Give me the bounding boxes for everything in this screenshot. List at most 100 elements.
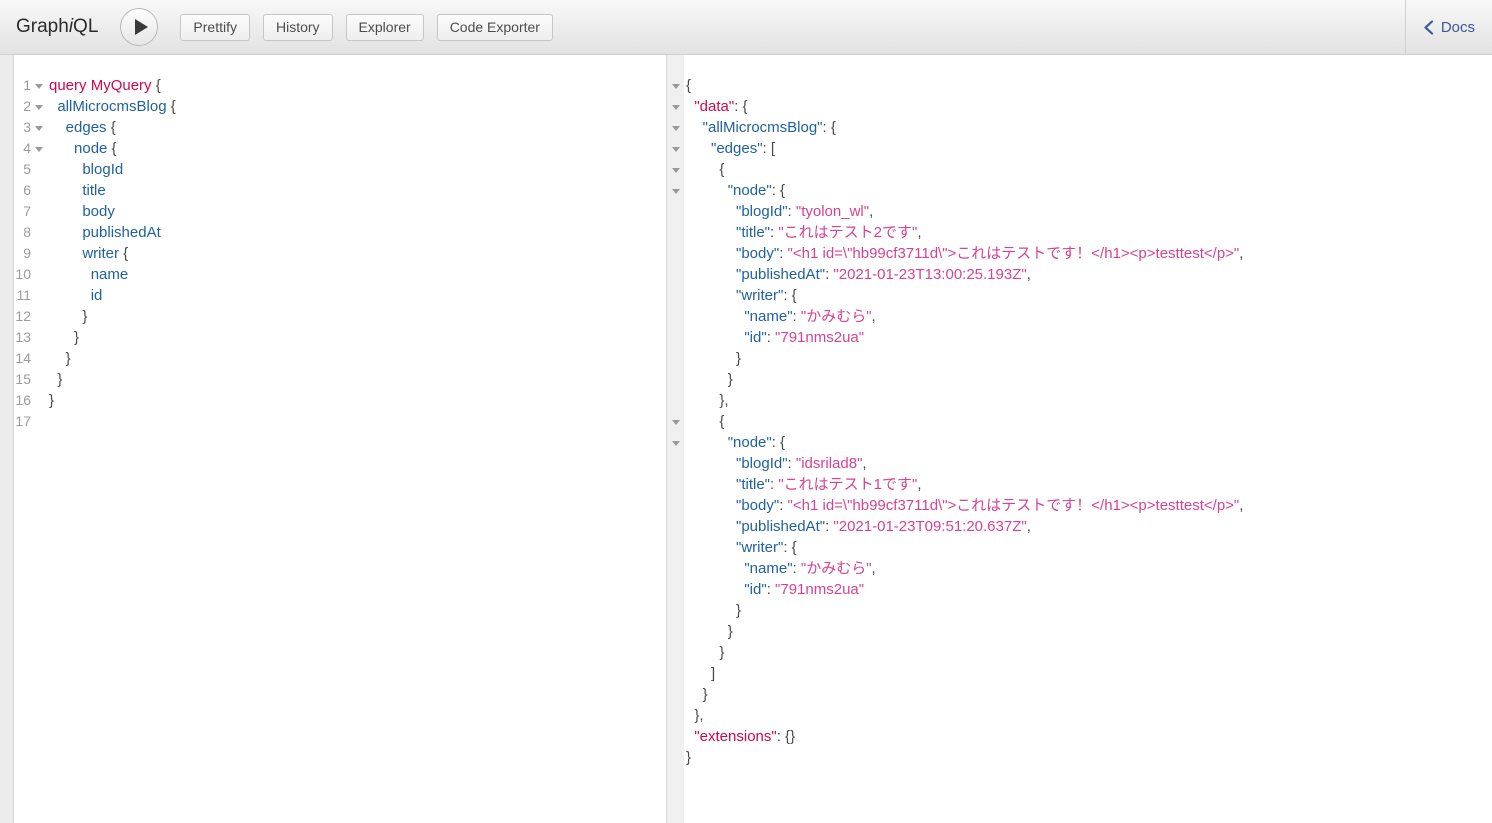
code-token [49,161,82,178]
result-fold-gutter-cell [667,558,684,579]
code-token: "body" [736,245,779,262]
code-token: publishedAt [82,224,160,241]
code-token: } [686,749,691,766]
query-code-line[interactable]: 12 } [14,306,666,327]
toolbar-button-history[interactable]: History [263,14,333,41]
result-gutter-resize-handle[interactable] [666,55,684,823]
code-token: : { [734,98,747,115]
query-code-line[interactable]: 5 blogId [14,159,666,180]
query-code-line[interactable]: 17 [14,411,666,432]
query-code-line[interactable]: 15 } [14,369,666,390]
line-number: 10 [14,264,31,285]
result-fold-gutter-cell [667,432,684,453]
workspace: 1query MyQuery {2 allMicrocmsBlog {3 edg… [0,55,1492,823]
fold-gutter-cell [31,180,47,201]
string-value: "tyolon_wl" [796,203,869,220]
code-token: "body" [736,497,779,514]
execute-query-button[interactable] [120,8,158,46]
code-token: : [779,245,787,262]
query-code-line[interactable]: 7 body [14,201,666,222]
fold-toggle-icon[interactable] [672,126,680,131]
app-title-part: QL [73,16,98,37]
code-token [49,140,74,157]
result-fold-gutter-cell [667,726,684,747]
query-code-text: blogId [49,159,123,180]
line-number: 12 [14,306,31,327]
result-code-line: } [686,369,1492,390]
code-token: , [872,560,876,577]
fold-toggle-icon[interactable] [672,189,680,194]
result-fold-gutter-cell [667,579,684,600]
toolbar: GraphiQL PrettifyHistoryExplorerCode Exp… [0,0,1492,55]
result-code-line: "name": "かみむら", [686,306,1492,327]
fold-gutter-cell [31,243,47,264]
query-code-line[interactable]: 10 name [14,264,666,285]
fold-toggle-icon[interactable] [35,147,43,152]
result-fold-gutter-cell [667,747,684,768]
fold-gutter-cell [31,138,47,159]
toolbar-button-code-exporter[interactable]: Code Exporter [437,14,553,41]
result-code-line: } [686,747,1492,768]
query-code-line[interactable]: 13 } [14,327,666,348]
code-token: "publishedAt" [736,518,825,535]
play-icon [135,19,148,35]
code-token [686,203,736,220]
fold-toggle-icon[interactable] [672,441,680,446]
result-fold-gutter-cell [667,642,684,663]
query-code-line[interactable]: 11 id [14,285,666,306]
result-code-line: "publishedAt": "2021-01-23T09:51:20.637Z… [686,516,1492,537]
toolbar-button-prettify[interactable]: Prettify [180,14,250,41]
fold-toggle-icon[interactable] [35,105,43,110]
fold-toggle-icon[interactable] [672,420,680,425]
code-token: writer [82,245,119,262]
result-code-line: "node": { [686,180,1492,201]
query-code-text: query MyQuery { [49,75,161,96]
code-token [686,287,736,304]
result-code-line: "extensions": {} [686,726,1492,747]
code-token [49,245,82,262]
toolbar-button-explorer[interactable]: Explorer [346,14,424,41]
fold-gutter-cell [31,327,47,348]
code-token: { [119,245,128,262]
result-code-line: { [686,159,1492,180]
result-code-line: ] [686,663,1492,684]
code-token: { [167,98,176,115]
fold-toggle-icon[interactable] [672,84,680,89]
query-code-line[interactable]: 3 edges { [14,117,666,138]
query-code-line[interactable]: 14 } [14,348,666,369]
result-code-line: "body": "<h1 id=\"hb99cf3711d\">これはテストです… [686,243,1492,264]
query-code-line[interactable]: 9 writer { [14,243,666,264]
query-code-line[interactable]: 6 title [14,180,666,201]
code-token [49,224,82,241]
result-fold-gutter-cell [667,243,684,264]
code-token: allMicrocmsBlog [57,98,166,115]
code-token [686,224,736,241]
fold-toggle-icon[interactable] [35,84,43,89]
code-token: "data" [694,98,734,115]
query-code-line[interactable]: 4 node { [14,138,666,159]
code-token: id [91,287,103,304]
fold-toggle-icon[interactable] [35,126,43,131]
fold-gutter-cell [31,306,47,327]
code-token [686,518,736,535]
line-number: 11 [14,285,31,306]
code-token [686,140,711,157]
query-editor[interactable]: 1query MyQuery {2 allMicrocmsBlog {3 edg… [14,55,666,823]
fold-toggle-icon[interactable] [672,105,680,110]
line-number: 8 [14,222,31,243]
fold-toggle-icon[interactable] [672,147,680,152]
query-code-line[interactable]: 16} [14,390,666,411]
docs-link[interactable]: Docs [1406,19,1492,36]
query-code-line[interactable]: 8 publishedAt [14,222,666,243]
query-code-line[interactable]: 1query MyQuery { [14,75,666,96]
code-token: "name" [744,308,792,325]
query-code-line[interactable]: 2 allMicrocmsBlog { [14,96,666,117]
string-value: "2021-01-23T13:00:25.193Z" [833,266,1026,283]
code-token: "writer" [736,539,783,556]
code-token: } [74,329,79,346]
code-token: { [686,77,691,94]
fold-toggle-icon[interactable] [672,168,680,173]
line-number: 3 [14,117,31,138]
code-token [686,560,744,577]
code-token: } [82,308,87,325]
